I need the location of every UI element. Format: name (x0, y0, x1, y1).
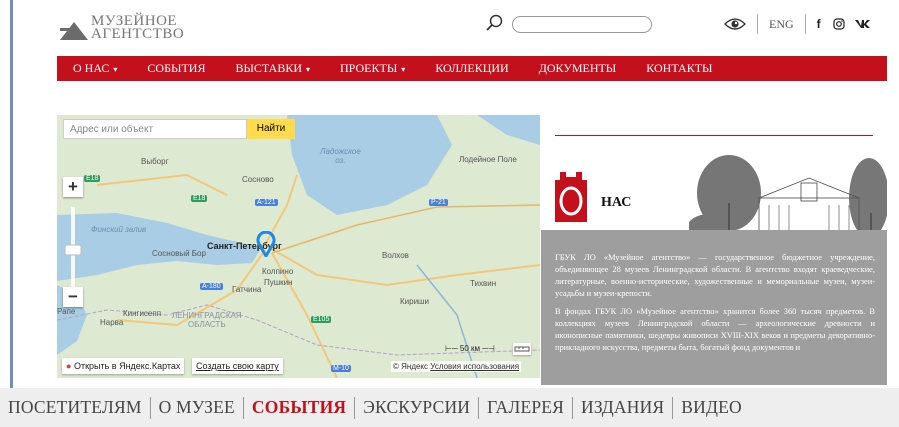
logo-text: МУЗЕЙНОЕ АГЕНТСТВО (91, 14, 185, 42)
map-label-ladoga: Ладожское оз. (320, 147, 361, 165)
nav-item[interactable]: О НАС ▾ (73, 61, 117, 76)
section-nav-divider (572, 396, 574, 419)
road-a180: A-180 (200, 283, 223, 290)
nav-item[interactable]: СОБЫТИЯ (147, 61, 205, 76)
map-label-volkhov: Волхов (382, 251, 409, 260)
ruler-icon[interactable] (513, 343, 531, 355)
open-in-yandex-maps-link[interactable]: ● Открыть в Яндекс.Картах (62, 358, 185, 374)
section-nav-divider (478, 396, 480, 419)
copyright-text: © Яндекс (393, 362, 429, 371)
yandex-map[interactable]: Адрес или объект Найти + − Ладожское оз.… (57, 115, 540, 378)
map-label-vyborg: Выборг (141, 157, 169, 166)
nav-item-label: КОНТАКТЫ (646, 61, 713, 75)
map-label-sosnovo: Сосново (242, 175, 274, 184)
about-section: НАС ГБУК ЛО «Музейное агентство» — госуд… (541, 115, 887, 385)
nav-item[interactable]: КОЛЛЕКЦИИ (435, 61, 508, 76)
logo-roof-icon (60, 22, 88, 40)
language-switch[interactable]: ENG (769, 17, 794, 32)
section-nav-item[interactable]: СОБЫТИЯ (252, 397, 346, 418)
instagram-icon[interactable] (833, 18, 845, 30)
road-p21: P-21 (429, 199, 448, 206)
create-map-link[interactable]: Создать свою карту (192, 358, 283, 374)
road-e105: E105 (311, 316, 332, 323)
map-marker-icon: ● (66, 361, 72, 371)
section-nav-item[interactable]: ЭКСКУРСИИ (363, 397, 470, 418)
nav-item-label: ДОКУМЕНТЫ (538, 61, 617, 75)
map-address-input[interactable]: Адрес или объект (63, 119, 247, 139)
about-divider (555, 135, 873, 136)
section-nav-divider (672, 396, 674, 419)
scale-bar-left: ⊢─ (445, 344, 458, 353)
section-nav-divider (354, 396, 356, 419)
search-icon[interactable] (486, 14, 504, 32)
about-paragraph-1: ГБУК ЛО «Музейное агентство» — государст… (555, 253, 875, 298)
chevron-down-icon: ▾ (306, 65, 311, 74)
vk-icon[interactable] (854, 19, 871, 29)
main-nav: О НАС ▾ СОБЫТИЯ ВЫСТАВКИ ▾ ПРОЕКТЫ ▾ КОЛЛЕКЦИИ Д… (57, 56, 887, 81)
section-nav-item[interactable]: ИЗДАНИЯ (581, 397, 664, 418)
map-zoom-slider[interactable] (63, 207, 83, 295)
map-label-kolpino: Колпино (262, 267, 294, 276)
nav-item-label: КОЛЛЕКЦИИ (435, 61, 509, 75)
map-label-rapla: Рапе (57, 307, 76, 316)
header-divider (757, 14, 758, 34)
map-pin-icon[interactable] (256, 231, 276, 257)
section-nav: ПОСЕТИТЕЛЯМ О МУЗЕЕ СОБЫТИЯ ЭКСКУРСИИ ГАЛЕРЕ… (0, 388, 899, 427)
map-scale: ⊢─ 50 км ─⊣ (445, 344, 495, 353)
terms-link[interactable]: Условия использования (430, 362, 519, 371)
map-find-button[interactable]: Найти (247, 119, 295, 139)
section-nav-divider (242, 396, 244, 419)
header-divider (804, 14, 806, 34)
eye-icon[interactable] (724, 17, 746, 31)
nav-item[interactable]: КОНТАКТЫ (646, 61, 712, 76)
road-e18a: E18 (84, 175, 101, 182)
section-nav-item[interactable]: ПОСЕТИТЕЛЯМ (8, 397, 142, 418)
section-nav-item[interactable]: ВИДЕО (681, 397, 742, 418)
nav-item-label: СОБЫТИЯ (147, 61, 206, 75)
section-nav-divider (149, 396, 151, 419)
map-zoom-out-button[interactable]: − (63, 287, 83, 307)
nav-item-label: ПРОЕКТЫ (340, 61, 398, 75)
about-paragraph-2: В фондах ГБУК ЛО «Музейное агентство» хр… (555, 307, 875, 352)
nav-item-label: О НАС (73, 61, 110, 75)
map-label-kingisepp: Кингисепп (123, 309, 162, 318)
map-scale-label: 50 км (459, 344, 480, 353)
map-label-kirishi: Кириши (400, 297, 429, 306)
map-label-podporozhye: Лодейное Поле (459, 155, 517, 164)
map-label-narva: Нарва (100, 318, 124, 327)
logo-line2: АГЕНТСТВО (91, 26, 185, 42)
section-nav-item[interactable]: ГАЛЕРЕЯ (487, 397, 564, 418)
road-m10: M-10 (331, 365, 351, 372)
nav-item[interactable]: ДОКУМЕНТЫ (539, 61, 617, 76)
map-label-pushkin: Пушкин (264, 278, 293, 287)
about-text-panel: ГБУК ЛО «Музейное агентство» — государст… (541, 230, 887, 385)
open-in-yandex-label: Открыть в Яндекс.Картах (73, 361, 181, 371)
map-label-gulf: Финский залив (91, 225, 147, 234)
map-copyright: © Яндекс Условия использования (391, 361, 522, 372)
about-title: НАС (601, 195, 632, 210)
about-badge-icon (555, 172, 587, 222)
road-e18b: E18 (191, 195, 208, 202)
nav-item[interactable]: ПРОЕКТЫ ▾ (340, 61, 405, 76)
map-label-region: ЛЕНИНГРАДСКАЯ ОБЛАСТЬ (172, 311, 242, 329)
map-label-gatchina: Гатчина (232, 285, 262, 294)
logo[interactable]: МУЗЕЙНОЕ АГЕНТСТВО (60, 14, 184, 42)
facebook-icon[interactable]: f (817, 17, 821, 31)
chevron-down-icon: ▾ (401, 65, 406, 74)
left-edge-bar (10, 0, 13, 390)
map-label-tikhvin: Тихвин (470, 279, 497, 288)
map-zoom-in-button[interactable]: + (63, 177, 83, 197)
nav-item-label: ВЫСТАВКИ (235, 61, 302, 75)
nav-item[interactable]: ВЫСТАВКИ ▾ (235, 61, 310, 76)
search-input[interactable] (512, 16, 652, 33)
road-a121: A-121 (255, 199, 278, 206)
section-nav-item[interactable]: О МУЗЕЕ (159, 397, 235, 418)
chevron-down-icon: ▾ (113, 65, 118, 74)
scale-bar-right: ─⊣ (482, 344, 495, 353)
header-tools: ENG f (724, 13, 871, 35)
map-label-sosnovy-bor: Сосновый Бор (152, 249, 206, 258)
